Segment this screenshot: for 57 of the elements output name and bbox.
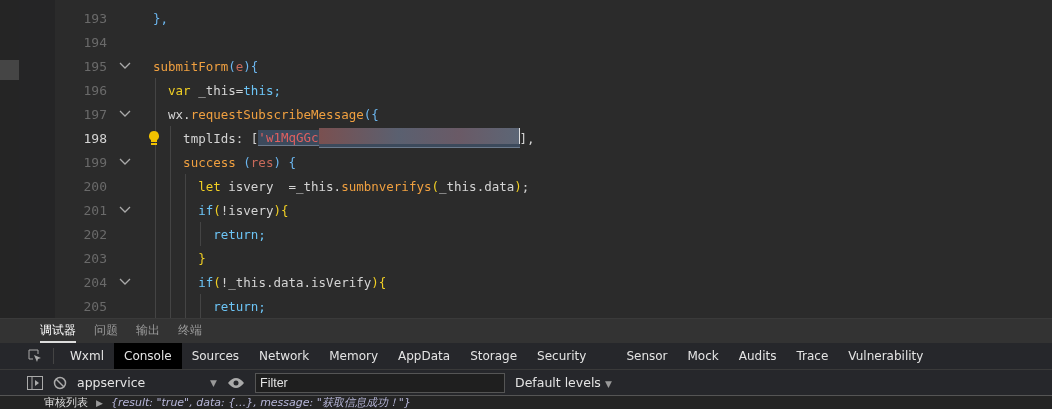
line-number: 205 xyxy=(82,298,107,314)
code-line: } xyxy=(197,250,206,266)
code-line: return; xyxy=(212,226,266,242)
code-line: if(!isvery){ xyxy=(197,202,289,218)
filter-field[interactable]: Filter xyxy=(255,372,505,393)
devtools-tab[interactable]: Sensor xyxy=(616,343,678,369)
eye-icon[interactable] xyxy=(227,376,245,389)
fold-chevron-icon[interactable] xyxy=(119,278,131,286)
line-number: 199 xyxy=(82,154,107,170)
lightbulb-icon[interactable] xyxy=(148,130,160,146)
console-value: {result: "true", data: {…}, message: "获取信息成功！"} xyxy=(110,396,411,409)
devtools-tab[interactable]: AppData xyxy=(388,343,461,369)
line-number: 198 xyxy=(82,130,107,146)
devtools-tab[interactable]: Network xyxy=(249,343,320,369)
scroll-marker xyxy=(0,60,19,80)
panel-tab[interactable]: 输出 xyxy=(136,319,160,343)
line-number: 201 xyxy=(82,202,107,218)
line-number: 200 xyxy=(82,178,107,194)
sidebar-toggle-icon[interactable] xyxy=(27,375,43,390)
code-line: wx.requestSubscribeMessage({ xyxy=(167,106,379,122)
inspect-icon[interactable] xyxy=(28,349,42,363)
console-label: 审核列表 xyxy=(44,396,88,409)
levels-dropdown[interactable]: Default levels ▼ xyxy=(515,375,612,390)
code-line: success (res) { xyxy=(182,154,296,170)
devtools-tab[interactable]: Console xyxy=(114,343,182,369)
devtools-tab[interactable]: Audits xyxy=(728,343,787,369)
line-number: 193 xyxy=(82,10,107,26)
fold-chevron-icon[interactable] xyxy=(119,206,131,214)
devtools-tab[interactable]: Mock xyxy=(677,343,729,369)
devtools-tab[interactable]: Vulnerability xyxy=(838,343,934,369)
devtools-tab[interactable]: Sources xyxy=(181,343,250,369)
line-number: 202 xyxy=(82,226,107,242)
devtools-tab[interactable]: Memory xyxy=(319,343,389,369)
line-number: 197 xyxy=(82,106,107,122)
panel-tab[interactable]: 终端 xyxy=(178,319,202,343)
panel-tab[interactable]: 问题 xyxy=(94,319,118,343)
devtools-tab[interactable]: Trace xyxy=(786,343,839,369)
devtools-tab[interactable]: Storage xyxy=(460,343,528,369)
expand-icon[interactable]: ▶ xyxy=(96,397,103,408)
code-line: submitForm(e){ xyxy=(153,58,259,74)
clear-icon[interactable] xyxy=(53,375,67,390)
fold-chevron-icon[interactable] xyxy=(119,158,131,166)
code-line: var _this=this; xyxy=(167,82,281,98)
code-line: let isvery =_this.sumbnverifys(_this.data); xyxy=(197,178,530,194)
devtools-tab[interactable]: Wxml xyxy=(60,343,114,369)
devtools-tab[interactable]: Security xyxy=(527,343,597,369)
line-number: 204 xyxy=(82,274,107,290)
code-line: if(!_this.data.isVerify){ xyxy=(197,274,387,290)
line-number: 203 xyxy=(82,250,107,266)
fold-chevron-icon[interactable] xyxy=(119,110,131,118)
line-number: 194 xyxy=(82,34,107,50)
context-select[interactable]: appservice ▼ xyxy=(77,375,217,390)
fold-chevron-icon[interactable] xyxy=(119,62,131,70)
line-number: 195 xyxy=(82,58,107,74)
code-line: }, xyxy=(153,10,169,26)
line-number: 196 xyxy=(82,82,107,98)
code-line: return; xyxy=(212,298,266,314)
